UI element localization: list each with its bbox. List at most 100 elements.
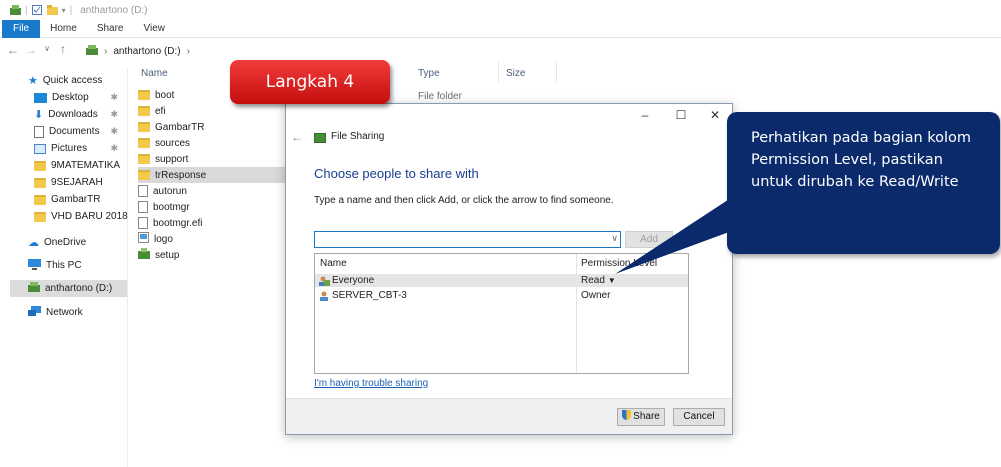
- tab-view[interactable]: View: [134, 20, 176, 38]
- drive-icon[interactable]: [10, 5, 21, 15]
- dialog-title: File Sharing: [331, 131, 385, 142]
- nav-network[interactable]: Network: [28, 304, 154, 321]
- trouble-sharing-link[interactable]: I'm having trouble sharing: [314, 378, 428, 389]
- file-name: sources: [155, 137, 191, 149]
- nav-label: VHD BARU 2018: [51, 211, 128, 222]
- folder-icon: [138, 106, 150, 116]
- up-arrow-icon[interactable]: ↑: [56, 42, 70, 56]
- tab-home[interactable]: Home: [40, 20, 87, 38]
- minimize-icon[interactable]: –: [636, 108, 654, 122]
- desktop-icon: [34, 92, 47, 103]
- forward-arrow-icon[interactable]: →: [24, 43, 38, 57]
- column-divider[interactable]: [556, 62, 557, 82]
- tab-file[interactable]: File: [2, 19, 41, 38]
- add-button[interactable]: Add: [625, 231, 673, 248]
- chevron-right-icon[interactable]: ›: [104, 46, 107, 57]
- file-name: support: [155, 153, 189, 165]
- ribbon-tabs: File Home Share View: [0, 19, 1001, 38]
- user-name: SERVER_CBT-3: [332, 290, 407, 301]
- nav-label: Pictures: [51, 143, 88, 154]
- folder-icon: [138, 90, 150, 100]
- user-icon: [319, 291, 329, 301]
- properties-icon[interactable]: [31, 5, 43, 15]
- file-name: boot: [155, 89, 175, 101]
- dialog-instruction: Type a name and then click Add, or click…: [314, 195, 614, 206]
- chevron-down-icon[interactable]: ∨: [611, 233, 618, 244]
- column-header-name[interactable]: Name: [320, 258, 347, 269]
- row-name: Everyone: [319, 274, 374, 287]
- pictures-icon: [34, 143, 46, 154]
- file-name: bootmgr: [153, 201, 190, 213]
- download-icon: ⬇: [34, 109, 44, 121]
- column-header-permission[interactable]: Permission Level: [581, 258, 657, 269]
- folder-icon: [34, 160, 46, 171]
- nav-drive-d[interactable]: anthartono (D:): [10, 280, 127, 297]
- nav-this-pc[interactable]: This PC: [28, 257, 154, 274]
- recent-locations-icon[interactable]: ∨: [40, 44, 54, 53]
- file-name: bootmgr.efi: [153, 217, 203, 229]
- nav-label: Desktop: [52, 92, 89, 103]
- nav-label: Downloads: [48, 109, 98, 120]
- breadcrumb[interactable]: anthartono (D:): [113, 46, 180, 57]
- chevron-right-icon[interactable]: ›: [187, 46, 190, 57]
- network-icon: [28, 305, 41, 320]
- permission-value-cell: Owner: [581, 289, 610, 302]
- folder-icon: [138, 122, 150, 132]
- name-input[interactable]: ∨: [314, 231, 621, 248]
- pin-icon[interactable]: ✱: [110, 126, 118, 137]
- nav-label: Quick access: [42, 75, 103, 86]
- table-row[interactable]: Everyone Read ▼: [315, 274, 688, 287]
- separator: |: [69, 4, 73, 16]
- cancel-button[interactable]: Cancel: [673, 408, 725, 426]
- permission-value: Owner: [581, 290, 611, 301]
- nav-label: Network: [46, 307, 83, 318]
- column-header-size[interactable]: Size: [506, 68, 525, 79]
- file-sharing-icon: [314, 133, 326, 143]
- nav-quick-access[interactable]: ★ Quick access: [28, 72, 154, 89]
- navigation-pane: ★ Quick access Desktop ✱ ⬇ Downloads ✱ D…: [0, 68, 128, 467]
- folder-icon: [34, 194, 46, 205]
- column-divider: [576, 254, 577, 373]
- pin-icon[interactable]: ✱: [110, 143, 118, 154]
- nav-label: GambarTR: [51, 194, 101, 205]
- document-icon: [34, 125, 44, 138]
- back-arrow-icon[interactable]: ←: [291, 130, 303, 144]
- back-arrow-icon[interactable]: ←: [6, 43, 20, 57]
- file-icon: [138, 201, 148, 213]
- column-header-name[interactable]: Name: [141, 68, 168, 79]
- share-label: Share: [633, 411, 660, 422]
- maximize-icon[interactable]: ☐: [672, 108, 690, 122]
- row-name: SERVER_CBT-3: [319, 289, 407, 302]
- title-bar: | ▾ | anthartono (D:): [0, 0, 1001, 20]
- column-header-type[interactable]: Type: [418, 68, 440, 79]
- address-row: ← → ∨ ↑ › anthartono (D:) ›: [0, 40, 1001, 62]
- pin-icon[interactable]: ✱: [110, 92, 118, 103]
- callout-annotation: Perhatikan pada bagian kolom Permission …: [727, 112, 1000, 254]
- customize-quick-access-icon[interactable]: ▾: [62, 6, 66, 15]
- file-name: efi: [155, 105, 166, 117]
- nav-onedrive[interactable]: ☁ OneDrive: [28, 234, 154, 251]
- file-sharing-dialog: – ☐ ✕ ← File Sharing Choose people to sh…: [285, 103, 733, 435]
- dialog-heading: Choose people to share with: [314, 166, 479, 181]
- folder-icon: [34, 211, 46, 222]
- tab-share[interactable]: Share: [87, 20, 134, 38]
- close-icon[interactable]: ✕: [706, 108, 724, 122]
- share-button[interactable]: Share: [617, 408, 665, 426]
- permission-dropdown[interactable]: Read ▼: [581, 274, 616, 287]
- folder-icon: [138, 154, 150, 164]
- step-badge: Langkah 4: [230, 60, 390, 104]
- nav-label: Documents: [49, 126, 100, 137]
- table-row[interactable]: SERVER_CBT-3 Owner: [315, 289, 688, 302]
- file-name: logo: [154, 233, 173, 245]
- new-folder-icon[interactable]: [46, 5, 58, 15]
- nav-label: OneDrive: [44, 237, 87, 248]
- dropdown-arrow-icon[interactable]: ▼: [608, 274, 616, 287]
- star-icon: ★: [28, 75, 38, 87]
- nav-label: 9SEJARAH: [51, 177, 103, 188]
- pin-icon[interactable]: ✱: [110, 109, 118, 120]
- column-divider[interactable]: [498, 62, 499, 82]
- computer-icon: [28, 258, 41, 273]
- address-bar[interactable]: › anthartono (D:) ›: [86, 42, 806, 60]
- file-name: setup: [155, 249, 180, 261]
- group-icon: [319, 276, 330, 286]
